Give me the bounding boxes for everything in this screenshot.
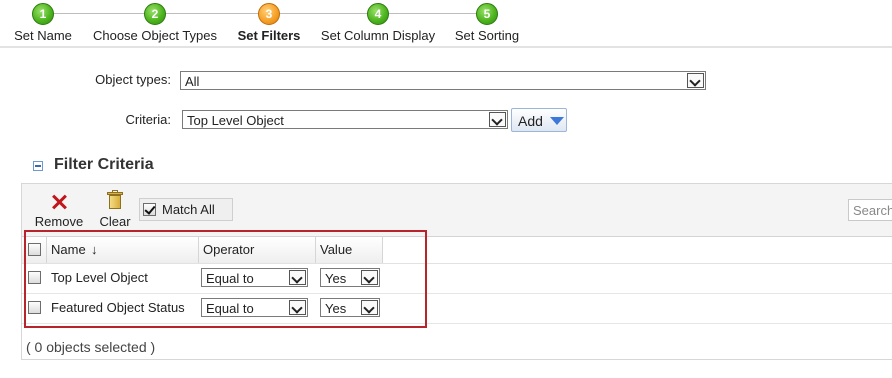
wizard-steps: 1 Set Name 2 Choose Object Types 3 Set F… <box>0 0 892 48</box>
remove-x-icon <box>51 194 67 210</box>
match-all-toggle[interactable]: Match All <box>139 198 233 221</box>
remove-label: Remove <box>34 214 84 229</box>
remove-button[interactable]: Remove <box>31 194 87 229</box>
highlight-box <box>24 230 427 328</box>
step-5-label: Set Sorting <box>454 28 520 43</box>
step-3-circle: 3 <box>258 3 280 25</box>
step-5-circle: 5 <box>476 3 498 25</box>
step-1-circle: 1 <box>32 3 54 25</box>
add-criteria-button[interactable]: Add <box>511 108 567 132</box>
step-1-label: Set Name <box>14 28 72 43</box>
step-2-label: Choose Object Types <box>92 28 218 43</box>
wizard-step-3[interactable]: 3 Set Filters <box>234 3 304 43</box>
wizard-step-2[interactable]: 2 Choose Object Types <box>88 3 222 43</box>
criteria-label: Criteria: <box>125 112 171 127</box>
selection-status: ( 0 objects selected ) <box>26 339 156 355</box>
object-types-label: Object types: <box>95 72 171 87</box>
step-4-label: Set Column Display <box>320 28 436 43</box>
clear-button[interactable]: Clear <box>97 190 133 229</box>
trash-icon <box>107 190 123 210</box>
step-4-circle: 4 <box>367 3 389 25</box>
chevron-down-icon[interactable] <box>687 73 704 88</box>
search-placeholder: Search <box>853 203 892 218</box>
step-2-circle: 2 <box>144 3 166 25</box>
match-all-checkbox[interactable] <box>143 203 156 216</box>
criteria-value: Top Level Object <box>187 113 284 128</box>
chevron-down-icon[interactable] <box>489 112 506 127</box>
search-input[interactable]: Search <box>848 199 892 221</box>
object-types-select[interactable]: All <box>180 71 706 90</box>
wizard-step-1[interactable]: 1 Set Name <box>11 3 75 43</box>
section-title: Filter Criteria <box>54 156 154 173</box>
step-3-label: Set Filters <box>237 28 301 43</box>
wizard-step-5[interactable]: 5 Set Sorting <box>451 3 523 43</box>
dropdown-arrow-icon <box>550 117 564 125</box>
wizard-step-4[interactable]: 4 Set Column Display <box>316 3 440 43</box>
match-all-label: Match All <box>162 202 215 217</box>
object-types-value: All <box>185 74 200 89</box>
add-button-label: Add <box>518 113 543 129</box>
collapse-icon[interactable] <box>33 161 43 171</box>
clear-label: Clear <box>99 214 131 229</box>
criteria-select[interactable]: Top Level Object <box>182 110 508 129</box>
